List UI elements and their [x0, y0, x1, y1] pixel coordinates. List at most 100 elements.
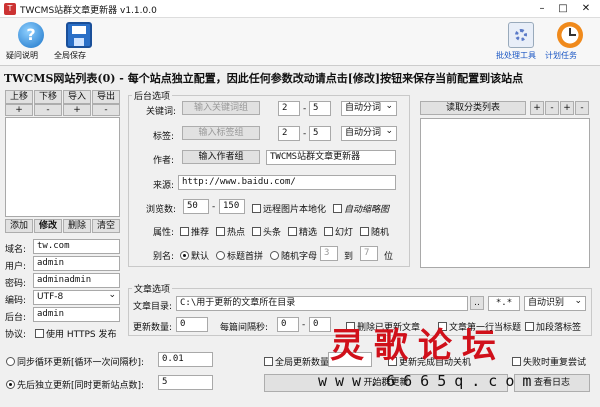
interval-min-input[interactable]: 0 — [277, 317, 299, 332]
views-max-input[interactable]: 150 — [219, 199, 245, 214]
encoding-detect-select[interactable]: 自动识别 — [524, 295, 586, 311]
user-label: 用户: — [5, 262, 27, 272]
keyword-max-input[interactable]: 5 — [309, 101, 331, 116]
source-input[interactable]: http://www.baidu.com/ — [178, 175, 396, 190]
category-add-button[interactable]: + — [530, 101, 544, 115]
alias-random-radio[interactable]: 随机字母 — [270, 249, 317, 262]
remove-small-button-2[interactable]: - — [92, 104, 120, 116]
help-button[interactable]: ? 疑问说明 — [6, 19, 56, 65]
concurrent-sites-input[interactable]: 5 — [158, 375, 213, 390]
keyword-label: 关键词: — [146, 107, 177, 117]
tag-min-input[interactable]: 2 — [278, 126, 300, 141]
radio-dot — [180, 251, 189, 260]
article-dir-label: 文章目录: — [133, 302, 173, 312]
category-remove-button-2[interactable]: - — [575, 101, 589, 115]
site-list[interactable] — [5, 117, 120, 217]
localize-images-checkbox[interactable]: 远程图片本地化 — [252, 202, 326, 215]
domain-label: 域名: — [5, 245, 27, 255]
alias-label: 别名: — [153, 252, 175, 262]
add-small-button-2[interactable]: + — [63, 104, 91, 116]
batch-tool-button[interactable]: 批处理工具 — [496, 19, 546, 65]
independent-radio[interactable]: 先后独立更新[同时更新站点数]: — [6, 378, 144, 391]
keyword-min-input[interactable]: 2 — [278, 101, 300, 116]
https-checkbox[interactable]: 使用 HTTPS 发布 — [35, 327, 116, 340]
attr-featured-checkbox[interactable]: 精选 — [288, 225, 317, 238]
category-list[interactable] — [420, 118, 590, 268]
attr-random-checkbox[interactable]: 随机 — [360, 225, 389, 238]
import-button[interactable]: 导入 — [63, 90, 91, 104]
author-label: 作者: — [153, 156, 175, 166]
author-input-button[interactable]: 输入作者组 — [182, 150, 260, 164]
interval-dash: - — [302, 320, 306, 330]
article-dir-input[interactable]: C:\用于更新的文章所在目录 — [176, 296, 468, 311]
attr-recommend-checkbox[interactable]: 推荐 — [180, 225, 209, 238]
save-all-button[interactable]: 全局保存 — [54, 19, 104, 65]
user-input[interactable]: admin — [33, 256, 120, 271]
keyword-range-dash: - — [303, 104, 307, 114]
password-label: 密码: — [5, 279, 27, 289]
update-count-label: 更新数量: — [133, 323, 173, 333]
modify-site-button[interactable]: 修改 — [34, 219, 62, 233]
alias-min-input[interactable]: 3 — [320, 246, 338, 261]
export-button[interactable]: 导出 — [92, 90, 120, 104]
question-icon: ? — [18, 22, 44, 48]
alias-max-input[interactable]: 7 — [360, 246, 378, 261]
category-add-button-2[interactable]: + — [560, 101, 574, 115]
tag-mode-select[interactable]: 自动分词 — [341, 125, 397, 141]
sync-interval-input[interactable]: 0.01 — [158, 352, 213, 367]
interval-label: 每篇间隔秒: — [220, 323, 269, 333]
alias-pinyin-radio[interactable]: 标题首拼 — [216, 249, 263, 262]
schedule-button[interactable]: 计划任务 — [545, 19, 595, 65]
delete-site-button[interactable]: 删除 — [63, 219, 91, 233]
maximize-button[interactable]: □ — [553, 2, 573, 16]
tag-input-button[interactable]: 输入标签组 — [182, 126, 260, 140]
window-title: TWCMS站群文章更新器 v1.1.0.0 — [20, 6, 157, 16]
browse-dir-button[interactable]: .. — [470, 296, 484, 310]
update-count-input[interactable]: 0 — [176, 317, 208, 332]
checkbox-box — [264, 357, 273, 366]
tag-max-input[interactable]: 5 — [309, 126, 331, 141]
gear-checklist-icon — [508, 22, 534, 48]
category-remove-button[interactable]: - — [545, 101, 559, 115]
read-categories-button[interactable]: 读取分类列表 — [420, 101, 526, 115]
source-label: 来源: — [153, 181, 175, 191]
attr-slideshow-checkbox[interactable]: 幻灯 — [324, 225, 353, 238]
paragraph-tag-checkbox[interactable]: 加段落标签 — [525, 320, 581, 333]
sync-loop-radio[interactable]: 同步循环更新[循环一次间隔秒]: — [6, 355, 144, 368]
author-value-input[interactable]: TWCMS站群文章更新器 — [266, 150, 396, 165]
global-count-checkbox[interactable]: 全局更新数量 — [264, 355, 329, 368]
move-up-button[interactable]: 上移 — [5, 90, 33, 104]
backend-input[interactable]: admin — [33, 307, 120, 322]
title-bar: T TWCMS站群文章更新器 v1.1.0.0 – □ ✕ — [0, 0, 600, 18]
password-input[interactable]: adminadmin — [33, 273, 120, 288]
protocol-label: 协议: — [5, 330, 27, 340]
views-min-input[interactable]: 50 — [183, 199, 209, 214]
encoding-select[interactable]: UTF-8 — [33, 289, 120, 305]
checkbox-box — [180, 227, 189, 236]
remove-small-button[interactable]: - — [34, 104, 62, 116]
checkbox-box — [288, 227, 297, 236]
retry-on-failure-checkbox[interactable]: 失败时重复尝试 — [512, 355, 586, 368]
minimize-button[interactable]: – — [532, 2, 552, 16]
move-down-button[interactable]: 下移 — [34, 90, 62, 104]
auto-thumbnail-checkbox[interactable]: 自动缩略图 — [333, 202, 389, 215]
domain-input[interactable]: tw.com — [33, 239, 120, 254]
add-small-button[interactable]: + — [5, 104, 33, 116]
close-button[interactable]: ✕ — [576, 2, 596, 16]
alias-to-label: 到 — [344, 252, 354, 262]
keyword-input-button[interactable]: 输入关键词组 — [182, 101, 260, 115]
attr-hot-checkbox[interactable]: 热点 — [216, 225, 245, 238]
keyword-mode-select[interactable]: 自动分词 — [341, 100, 397, 116]
checkbox-box — [252, 227, 261, 236]
alias-default-radio[interactable]: 默认 — [180, 249, 209, 262]
checkbox-box — [35, 329, 44, 338]
add-site-button[interactable]: 添加 — [5, 219, 33, 233]
file-ext-input[interactable]: *.* — [488, 296, 520, 311]
checkbox-box — [525, 322, 534, 331]
app-icon: T — [4, 3, 16, 15]
interval-max-input[interactable]: 0 — [309, 317, 331, 332]
attribute-label: 属性: — [153, 228, 175, 238]
attr-headline-checkbox[interactable]: 头条 — [252, 225, 281, 238]
clear-sites-button[interactable]: 清空 — [92, 219, 120, 233]
article-options-title: 文章选项 — [132, 282, 173, 295]
